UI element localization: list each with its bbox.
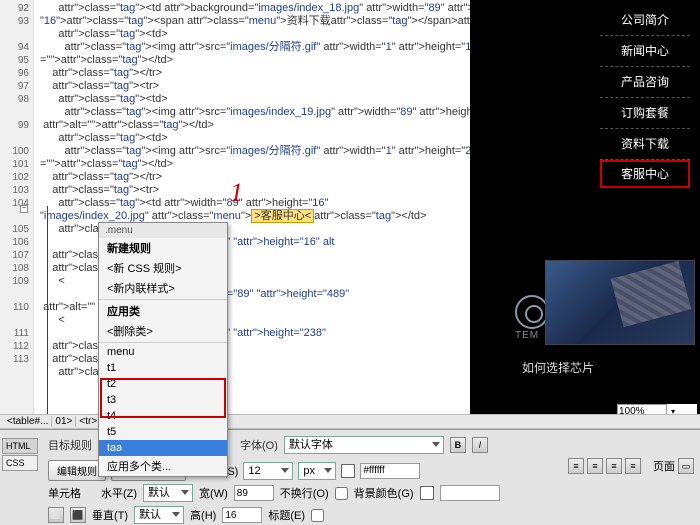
split-cell-icon[interactable]: ⬛ (70, 507, 86, 523)
bgcolor-label: 背景颜色(G) (354, 485, 414, 501)
vertical-label: 垂直(T) (92, 507, 128, 523)
annotation-arrow-vert (47, 206, 48, 431)
tag-path-segment[interactable]: <table#... (4, 416, 52, 427)
bold-button[interactable]: B (450, 437, 466, 453)
context-menu-item[interactable]: t3 (99, 392, 227, 408)
preview-nav-item[interactable]: 订购套餐 (600, 98, 690, 129)
context-menu-item[interactable]: t2 (99, 376, 227, 392)
context-menu-header: .menu (99, 223, 227, 238)
preview-logo-icon (515, 295, 549, 329)
tab-css[interactable]: CSS (2, 455, 38, 471)
vertical-dropdown[interactable]: 默认 (134, 506, 184, 524)
nowrap-label: 不换行(O) (280, 485, 329, 501)
preview-image (545, 260, 695, 345)
context-menu-item[interactable]: taa (99, 440, 227, 456)
italic-button[interactable]: I (472, 437, 488, 453)
prop-tabs: HTML CSS (2, 438, 38, 472)
preview-nav-menu: 公司简介新闻中心产品咨询订购套餐资料下载客服中心 (600, 5, 690, 188)
page-props-icon[interactable]: ▭ (678, 458, 694, 474)
horizontal-label: 水平(Z) (101, 485, 137, 501)
horizontal-dropdown[interactable]: 默认 (143, 484, 193, 502)
line-gutter: 9293949596979899100101102103104105106107… (0, 0, 34, 424)
size-unit-dropdown[interactable]: px (298, 462, 336, 480)
align-center-icon[interactable]: ≡ (587, 458, 603, 474)
preview-tem-label: TEM (515, 330, 539, 341)
color-input[interactable] (360, 463, 420, 479)
target-rule-label: 目标规则 (48, 437, 92, 453)
height-input[interactable] (222, 507, 262, 523)
preview-caption: 如何选择芯片 (522, 359, 594, 376)
context-menu-item[interactable]: t1 (99, 360, 227, 376)
align-justify-icon[interactable]: ≡ (625, 458, 641, 474)
cell-label: 单元格 (48, 485, 81, 501)
preview-nav-item[interactable]: 客服中心 (600, 160, 690, 188)
align-left-icon[interactable]: ≡ (568, 458, 584, 474)
fold-toggle[interactable]: − (20, 205, 28, 213)
preview-nav-item[interactable]: 资料下载 (600, 129, 690, 160)
context-menu-item[interactable]: menu (99, 344, 227, 360)
page-label: 页面 (653, 458, 675, 474)
context-menu-item[interactable]: t4 (99, 408, 227, 424)
context-menu-item[interactable]: t5 (99, 424, 227, 440)
size-dropdown[interactable]: 12 (243, 462, 293, 480)
align-right-icon[interactable]: ≡ (606, 458, 622, 474)
merge-cells-icon[interactable]: ⬜ (48, 507, 64, 523)
header-label: 标题(E) (268, 507, 305, 523)
context-menu-item[interactable]: <删除类> (99, 321, 227, 341)
header-checkbox[interactable] (311, 509, 324, 522)
preview-nav-item[interactable]: 新闻中心 (600, 36, 690, 67)
preview-nav-item[interactable]: 公司简介 (600, 5, 690, 36)
context-menu-item[interactable]: <新内联样式> (99, 278, 227, 298)
context-menu-item[interactable]: 应用多个类... (99, 456, 227, 476)
bgcolor-input[interactable] (440, 485, 500, 501)
context-menu-item[interactable]: 新建规则 (99, 238, 227, 258)
height-label: 高(H) (190, 507, 216, 523)
width-label: 宽(W) (199, 485, 228, 501)
live-preview[interactable]: 公司简介新闻中心产品咨询订购套餐资料下载客服中心 TEM 如何选择芯片 ▾ (470, 0, 700, 424)
context-menu-item[interactable]: <新 CSS 规则> (99, 258, 227, 278)
bgcolor-swatch[interactable] (420, 486, 434, 500)
preview-nav-item[interactable]: 产品咨询 (600, 67, 690, 98)
color-swatch[interactable] (341, 464, 355, 478)
css-rule-context-menu[interactable]: .menu 新建规则<新 CSS 规则><新内联样式>应用类<删除类>menut… (98, 222, 228, 477)
width-input[interactable] (234, 485, 274, 501)
context-menu-item[interactable]: 应用类 (99, 301, 227, 321)
font-dropdown[interactable]: 默认字体 (284, 436, 444, 454)
tab-html[interactable]: HTML (2, 438, 38, 454)
font-label: 字体(O) (240, 437, 278, 453)
code-editor[interactable]: 9293949596979899100101102103104105106107… (0, 0, 470, 424)
tag-path-segment[interactable]: 01> (52, 416, 76, 427)
nowrap-checkbox[interactable] (335, 487, 348, 500)
annotation-number-1: 1 (230, 178, 243, 208)
